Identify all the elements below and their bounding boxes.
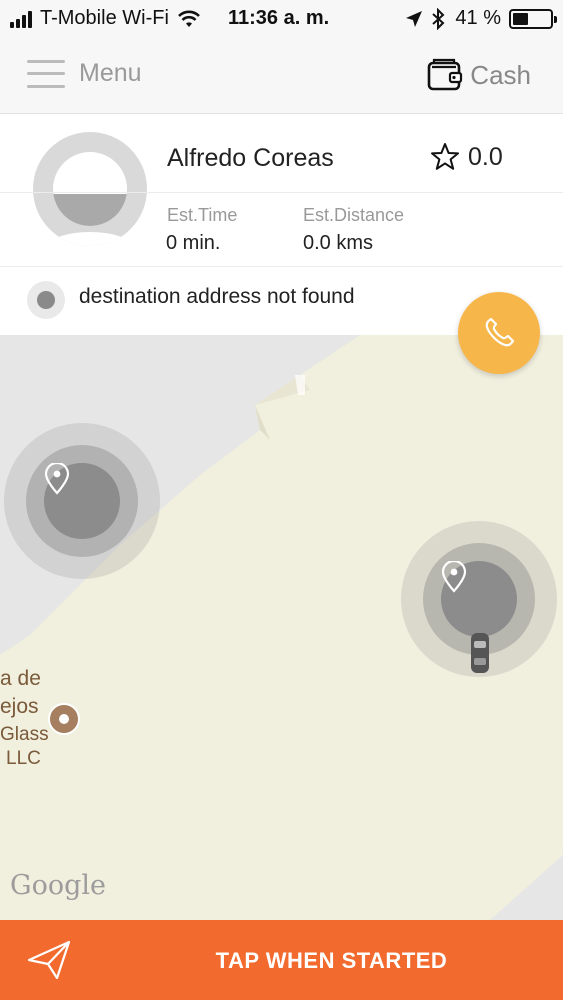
- battery-level-fill: [513, 12, 528, 25]
- payment-method-label: Cash: [470, 59, 531, 90]
- location-pin-icon: [44, 463, 70, 495]
- map-view[interactable]: a de ejos Glass LLC Google: [0, 335, 563, 920]
- wifi-icon: [177, 10, 200, 27]
- location-pin-icon: [441, 561, 467, 593]
- poi-label-line: ejos: [0, 695, 39, 718]
- est-time-value: 0 min.: [166, 232, 221, 254]
- start-trip-label: TAP WHEN STARTED: [215, 948, 448, 973]
- driver-name: Alfredo Coreas: [167, 144, 334, 172]
- est-time-label: Est.Time: [167, 205, 238, 225]
- driver-rating: 0.0: [430, 142, 503, 172]
- est-distance-value: 0.0 kms: [303, 232, 374, 254]
- payment-method-button[interactable]: Cash: [426, 56, 531, 94]
- star-icon: [431, 143, 459, 170]
- poi-label-line: LLC: [6, 748, 41, 769]
- wallet-icon: [427, 58, 463, 91]
- clock: 11:36 a. m.: [228, 7, 330, 29]
- start-trip-button[interactable]: TAP WHEN STARTED: [0, 920, 563, 1000]
- rating-value: 0.0: [468, 142, 503, 171]
- status-bar: T-Mobile Wi-Fi 11:36 a. m. 41 %: [0, 0, 563, 38]
- hamburger-menu-icon[interactable]: [27, 58, 65, 90]
- battery-icon: [509, 8, 557, 29]
- destination-dot-icon: [27, 281, 65, 319]
- bluetooth-icon: [432, 7, 445, 30]
- poi-marker-icon[interactable]: [48, 703, 80, 735]
- car-icon: [471, 633, 489, 673]
- status-left: T-Mobile Wi-Fi: [10, 7, 201, 30]
- driver-avatar: [33, 132, 147, 246]
- location-arrow-icon: [406, 10, 423, 27]
- status-right: 41 %: [405, 7, 557, 30]
- poi-label-line: a de: [0, 667, 41, 690]
- google-attribution: Google: [10, 870, 106, 901]
- poi-label-line: Glass: [0, 724, 49, 745]
- call-driver-button[interactable]: [458, 292, 540, 374]
- divider: [0, 266, 563, 267]
- app-header: Menu Cash: [0, 38, 563, 114]
- menu-label[interactable]: Menu: [79, 59, 142, 88]
- destination-status: destination address not found: [79, 285, 355, 308]
- carrier-label: T-Mobile Wi-Fi: [40, 7, 169, 29]
- est-distance-label: Est.Distance: [303, 205, 405, 225]
- divider: [0, 192, 563, 193]
- battery-percent: 41 %: [455, 7, 501, 29]
- phone-icon: [485, 317, 515, 347]
- cellular-signal-icon: [10, 10, 34, 28]
- map-pin-marker[interactable]: [4, 423, 160, 579]
